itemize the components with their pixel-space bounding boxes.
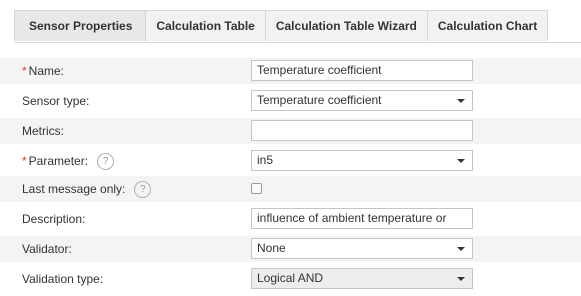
last-message-only-checkbox[interactable]: [251, 183, 262, 194]
required-marker: *: [22, 154, 27, 168]
last-message-only-label-text: Last message only:: [22, 182, 126, 196]
validator-select[interactable]: None: [251, 238, 473, 259]
chevron-down-icon: [457, 159, 465, 163]
validation-type-label: Validation type:: [22, 272, 104, 286]
parameter-value: in5: [257, 153, 274, 167]
sensor-type-select[interactable]: Temperature coefficient: [251, 90, 473, 111]
validator-label: Validator:: [22, 242, 72, 256]
validator-row: Validator: None: [0, 236, 581, 262]
tab-bar: Sensor Properties Calculation Table Calc…: [14, 10, 549, 42]
tab-calculation-chart[interactable]: Calculation Chart: [426, 10, 549, 41]
parameter-label: * Parameter: ?: [22, 148, 115, 174]
tab-calculation-table-wizard[interactable]: Calculation Table Wizard: [264, 10, 428, 41]
required-marker: *: [22, 64, 27, 78]
tab-calculation-table[interactable]: Calculation Table: [145, 10, 266, 41]
parameter-label-text: Parameter:: [28, 154, 89, 168]
name-label-text: Name:: [28, 64, 65, 78]
last-message-only-row: Last message only: ?: [0, 176, 581, 202]
tab-divider: [14, 42, 581, 43]
parameter-select[interactable]: in5: [251, 150, 473, 171]
name-row: * Name: Temperature coefficient: [0, 58, 581, 84]
sensor-type-value: Temperature coefficient: [257, 93, 382, 107]
metrics-row: Metrics:: [0, 118, 581, 144]
validation-type-select[interactable]: Logical AND: [251, 268, 473, 289]
sensor-type-row: Sensor type: Temperature coefficient: [0, 88, 581, 114]
validation-type-value: Logical AND: [257, 271, 324, 285]
validation-type-row: Validation type: Logical AND: [0, 266, 581, 292]
description-input[interactable]: influence of ambient temperature or: [251, 208, 473, 229]
metrics-input[interactable]: [251, 120, 473, 141]
help-icon[interactable]: ?: [134, 180, 152, 198]
tab-sensor-properties[interactable]: Sensor Properties: [14, 10, 147, 41]
name-label: * Name:: [22, 58, 64, 84]
sensor-type-label: Sensor type:: [22, 94, 90, 108]
metrics-label: Metrics:: [22, 124, 64, 138]
chevron-down-icon: [457, 247, 465, 251]
last-message-only-label: Last message only: ?: [22, 176, 152, 202]
parameter-row: * Parameter: ? in5: [0, 148, 581, 174]
help-icon[interactable]: ?: [97, 152, 115, 170]
chevron-down-icon: [457, 277, 465, 281]
name-input[interactable]: Temperature coefficient: [251, 60, 473, 81]
description-row: Description: influence of ambient temper…: [0, 206, 581, 232]
validator-value: None: [257, 241, 286, 255]
description-label: Description:: [22, 212, 86, 226]
chevron-down-icon: [457, 99, 465, 103]
